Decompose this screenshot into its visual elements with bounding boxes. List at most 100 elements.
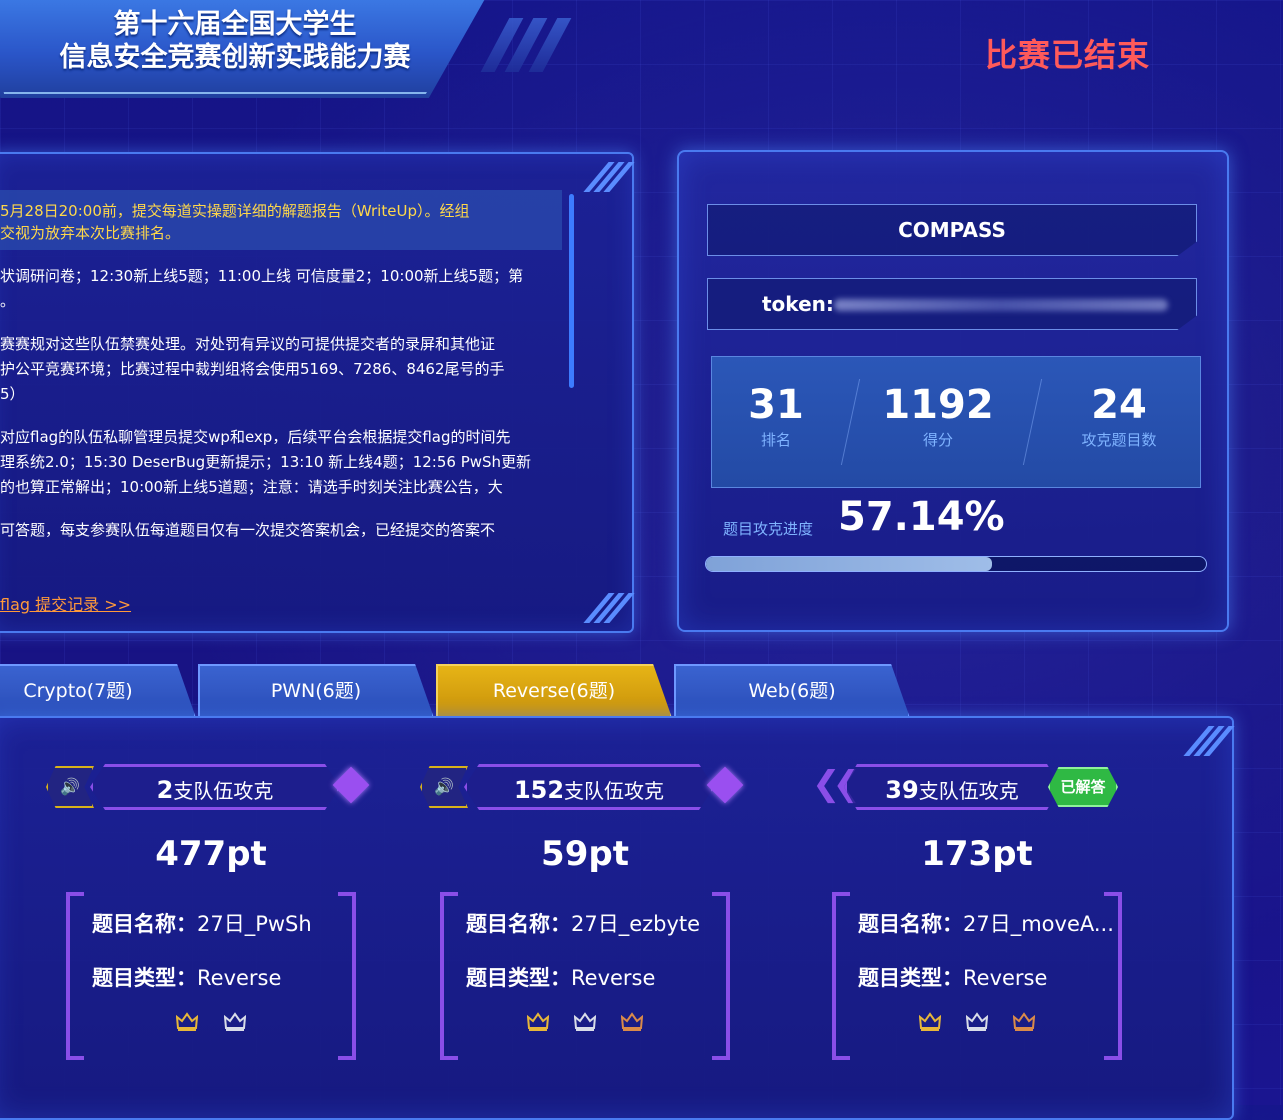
challenge-type: Reverse [963, 966, 1048, 990]
tab-label: PWN(6题) [270, 680, 362, 702]
progress-bar [705, 556, 1207, 572]
crown-gold-icon [918, 1012, 941, 1031]
team-name: COMPASS [898, 218, 1006, 242]
challenge-info: 题目名称：27日_moveA... 题目类型：Reverse [832, 892, 1122, 1060]
rank-label: 排名 [760, 431, 791, 449]
corner-decoration [583, 162, 635, 192]
notice-paragraph: 对应flag的队伍私聊管理员提交wp和exp，后续平台会根据提交flag的时间先… [0, 411, 562, 504]
name-label: 题目名称： [92, 912, 197, 936]
tab-pwn[interactable]: PWN(6题) [198, 664, 434, 718]
notice-paragraph: 赛赛规对这些队伍禁赛处理。对处罚有异议的可提供提交者的录屏和其他证 护公平竞赛环… [0, 318, 562, 411]
crown-gold-icon [176, 1012, 199, 1031]
challenge-name-line: 题目名称：27日_PwSh [92, 908, 312, 938]
team-info-card: COMPASS token: 31 排名 1192 得分 24 攻克题目数 题目… [677, 150, 1229, 632]
type-label: 题目类型： [92, 966, 197, 990]
notice-text: 对应flag的队伍私聊管理员提交wp和exp，后续平台会根据提交flag的时间先 [0, 428, 511, 446]
tab-label: Crypto(7题) [23, 680, 133, 702]
crown-silver-icon [223, 1012, 246, 1031]
speaker-icon: 🔊 [420, 766, 468, 808]
diamond-icon [332, 766, 370, 804]
challenge-points: 59pt [541, 834, 629, 874]
crown-silver-icon [574, 1012, 596, 1031]
notice-panel: 5月28日20:00前，提交每道实操题详细的解题报告（WriteUp）。经组 交… [0, 152, 635, 633]
title-line-1: 第十六届全国大学生 [113, 9, 357, 40]
corner-decoration [1183, 726, 1235, 756]
crown-bronze-icon [1013, 1012, 1036, 1031]
challenge-card[interactable]: 🔊 2支队伍攻克 477pt 题目名称：27日_PwSh 题目类型：Revers… [46, 760, 370, 1060]
token-value-blurred[interactable] [834, 299, 1168, 311]
notice-text: 护公平竞赛环境；比赛过程中裁判组将会使用5169、7286、8462尾号的手 [0, 360, 505, 378]
tab-crypto[interactable]: Crypto(7题) [0, 664, 196, 718]
rank-value: 31 [748, 382, 804, 428]
name-label: 题目名称： [858, 912, 963, 936]
speaker-icon: 🔊 [46, 766, 94, 808]
tab-reverse[interactable]: Reverse(6题) [436, 664, 672, 718]
team-count: 39 [885, 776, 919, 804]
score-value: 1192 [882, 382, 994, 428]
notice-scrollbar[interactable] [569, 194, 574, 388]
solved-stat: 24 攻克题目数 [1039, 383, 1199, 450]
notice-text: 赛赛规对这些队伍禁赛处理。对处罚有异议的可提供提交者的录屏和其他证 [0, 335, 496, 353]
notice-content[interactable]: 5月28日20:00前，提交每道实操题详细的解题报告（WriteUp）。经组 交… [0, 190, 562, 566]
challenge-points: 173pt [921, 834, 1033, 874]
team-count-badge: 39支队伍攻克 [844, 764, 1060, 810]
challenge-type-line: 题目类型：Reverse [466, 962, 655, 992]
crowns [832, 1012, 1122, 1036]
notice-text: 交视为放弃本次比赛排名。 [0, 224, 181, 242]
progress-label: 题目攻克进度 [723, 520, 814, 538]
challenge-type-line: 题目类型：Reverse [92, 962, 281, 992]
challenge-name: 27日_moveA... [963, 912, 1114, 936]
tab-label: Web(6题) [748, 680, 836, 702]
notice-text: 。 [0, 292, 16, 310]
token-box: token: [707, 278, 1197, 330]
solved-label: 攻克题目数 [1081, 431, 1157, 449]
notice-text: 状调研问卷；12:30新上线5题；11:00上线 可信度量2；10:00新上线5… [0, 267, 524, 285]
tab-label: Reverse(6题) [492, 680, 616, 702]
type-label: 题目类型： [466, 966, 571, 990]
challenge-name-line: 题目名称：27日_moveA... [858, 908, 1114, 938]
tab-web[interactable]: Web(6题) [674, 664, 910, 718]
team-count: 2 [156, 776, 174, 804]
notice-highlight: 5月28日20:00前，提交每道实操题详细的解题报告（WriteUp）。经组 交… [0, 190, 562, 250]
diamond-icon [706, 766, 744, 804]
type-label: 题目类型： [858, 966, 963, 990]
crowns [66, 1012, 356, 1036]
team-count-suffix: 支队伍攻克 [173, 779, 274, 803]
challenge-info: 题目名称：27日_PwSh 题目类型：Reverse [66, 892, 356, 1060]
challenge-name: 27日_ezbyte [571, 912, 701, 936]
score-stat: 1192 得分 [858, 383, 1018, 450]
team-name-box: COMPASS [707, 204, 1197, 256]
challenge-points: 477pt [155, 834, 267, 874]
score-label: 得分 [922, 431, 953, 449]
team-count-suffix: 支队伍攻克 [564, 779, 665, 803]
team-count: 152 [513, 776, 565, 804]
solved-badge: 已解答 [1048, 767, 1118, 807]
rank-stat: 31 排名 [696, 383, 856, 450]
challenge-name-line: 题目名称：27日_ezbyte [466, 908, 700, 938]
page-title: 第十六届全国大学生 信息安全竞赛创新实践能力赛 [20, 8, 450, 74]
notice-text: 可答题，每支参赛队伍每道题目仅有一次提交答案机会，已经提交的答案不 [0, 521, 496, 539]
challenge-info: 题目名称：27日_ezbyte 题目类型：Reverse [440, 892, 730, 1060]
team-count-badge: 2支队伍攻克 [90, 764, 340, 810]
crowns [440, 1012, 730, 1036]
notice-text: 理系统2.0；15:30 DeserBug更新提示；13:10 新上线4题；12… [0, 453, 532, 471]
notice-paragraph: 状调研问卷；12:30新上线5题；11:00上线 可信度量2；10:00新上线5… [0, 250, 562, 318]
challenge-type: Reverse [197, 966, 282, 990]
challenge-name: 27日_PwSh [197, 912, 312, 936]
solved-value: 24 [1091, 382, 1147, 428]
challenge-card[interactable]: 🔊 152支队伍攻克 59pt 题目名称：27日_ezbyte 题目类型：Rev… [420, 760, 744, 1060]
crown-gold-icon [526, 1012, 549, 1031]
challenge-type: Reverse [571, 966, 656, 990]
token-label: token: [762, 292, 834, 316]
flag-submission-record-link[interactable]: flag 提交记录 >> [0, 591, 131, 615]
challenge-type-line: 题目类型：Reverse [858, 962, 1047, 992]
crown-silver-icon [966, 1012, 988, 1031]
competition-status: 比赛已结束 [985, 36, 1151, 74]
challenge-card[interactable]: ❮❮ 39支队伍攻克 已解答 173pt 题目名称：27日_moveA... 题… [812, 760, 1132, 1060]
notice-text: 5月28日20:00前，提交每道实操题详细的解题报告（WriteUp）。经组 [0, 202, 470, 220]
team-stats: 31 排名 1192 得分 24 攻克题目数 [711, 356, 1201, 488]
crown-bronze-icon [621, 1012, 644, 1031]
header-decoration [480, 18, 572, 76]
team-count-suffix: 支队伍攻克 [918, 779, 1019, 803]
progress-value: 57.14% [838, 494, 1005, 540]
